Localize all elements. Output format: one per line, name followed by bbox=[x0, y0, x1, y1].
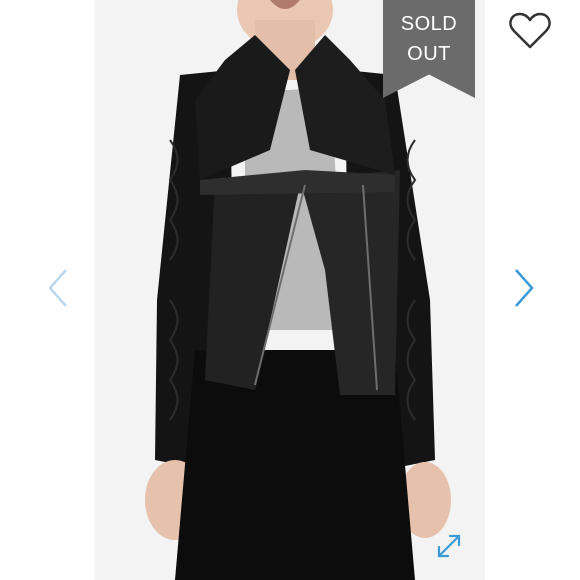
previous-image-chevron-left-icon[interactable] bbox=[46, 266, 70, 310]
sold-badge-line1: SOLD bbox=[400, 13, 458, 35]
product-photo bbox=[95, 0, 485, 580]
favorite-heart-icon[interactable] bbox=[508, 12, 552, 50]
sold-badge-line2: OUT bbox=[407, 43, 451, 65]
product-image-viewer: SOLD OUT bbox=[0, 0, 580, 580]
expand-arrows-icon[interactable] bbox=[435, 532, 463, 560]
next-image-chevron-right-icon[interactable] bbox=[512, 266, 536, 310]
